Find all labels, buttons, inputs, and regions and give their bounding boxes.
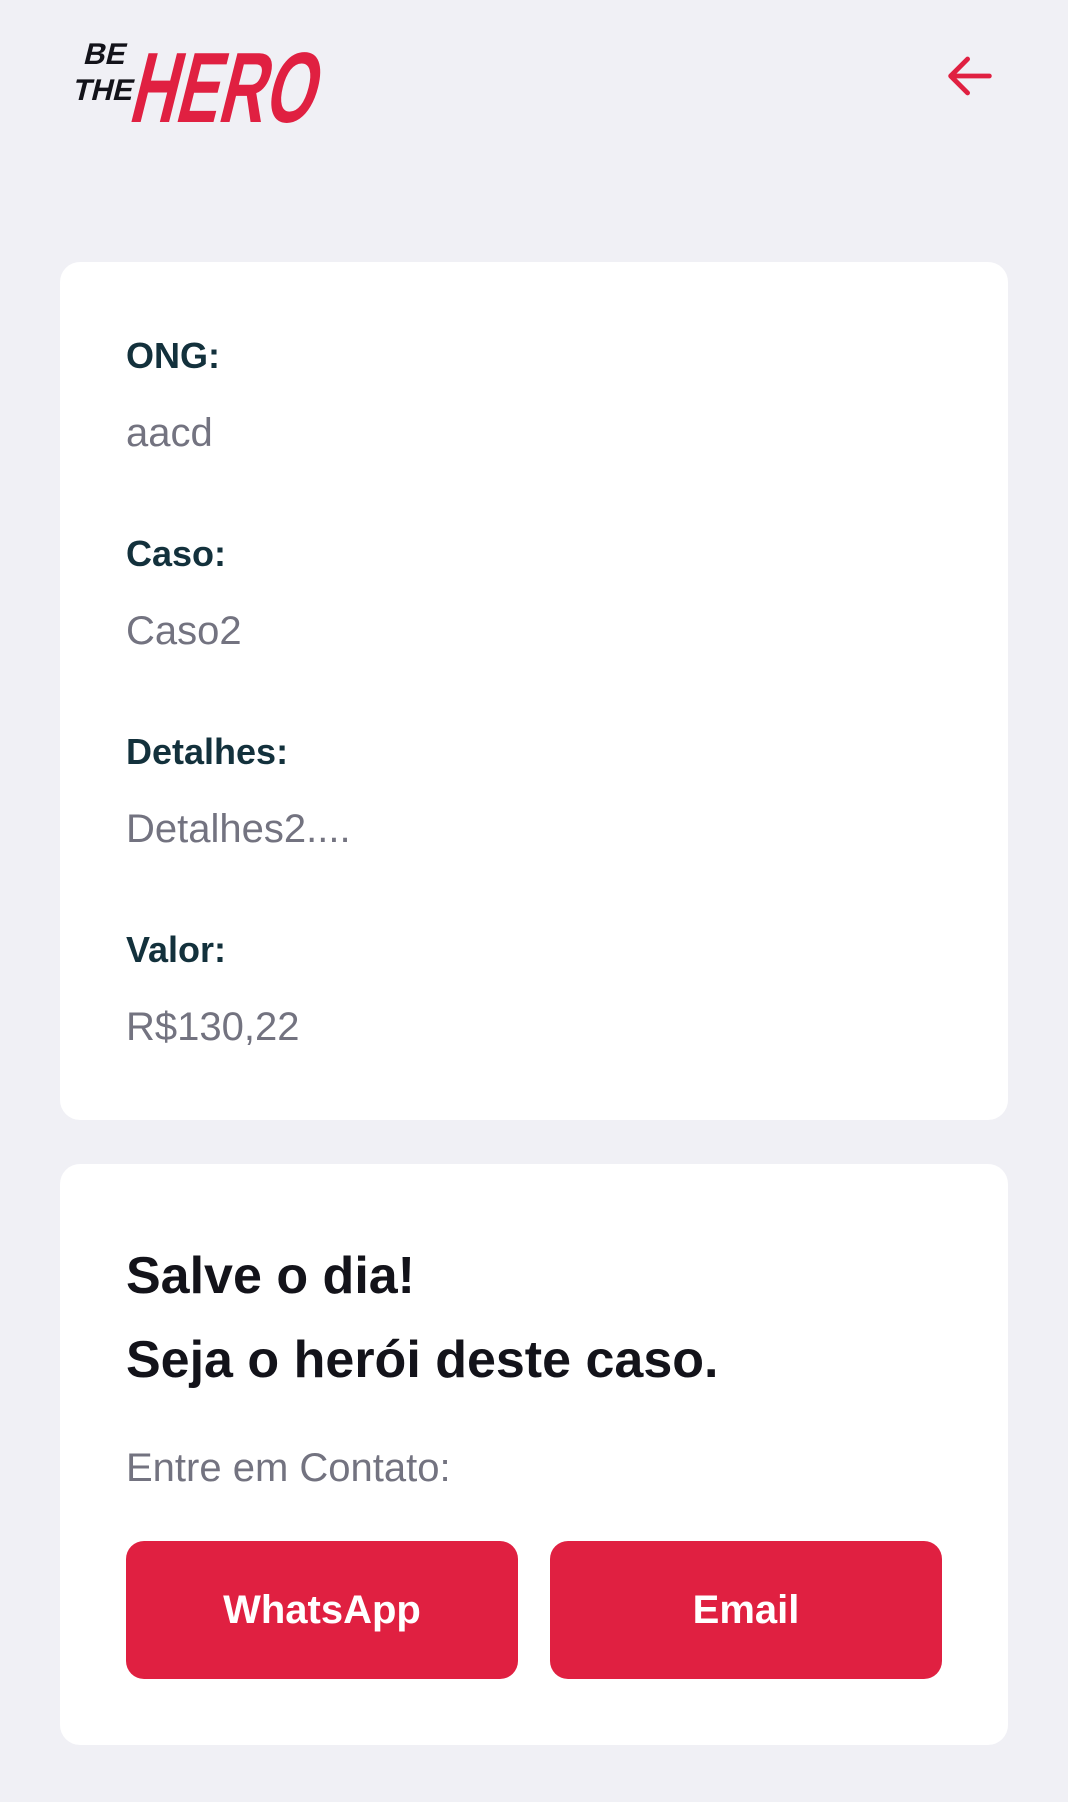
hero-title-line1: Salve o dia! [126, 1247, 415, 1305]
details-value: Detalhes2.... [126, 807, 351, 851]
logo-the-text: THE [70, 73, 138, 106]
email-button[interactable]: Email [550, 1541, 942, 1679]
back-button[interactable] [930, 36, 1010, 116]
ong-label: ONG: [126, 335, 220, 376]
case-value: Caso2 [126, 609, 242, 653]
ong-value: aacd [126, 411, 213, 455]
hero-title-line2: Seja o herói deste caso. [126, 1331, 719, 1389]
details-label: Detalhes: [126, 731, 289, 772]
logo-hero-text: HERO [122, 31, 328, 133]
header: BE THE HERO [0, 0, 1068, 160]
case-label: Caso: [126, 533, 227, 574]
arrow-left-icon [948, 56, 992, 96]
incident-card: ONG: aacd Caso: Caso2 Detalhes: Detalhes… [60, 262, 1008, 1120]
value-amount: R$130,22 [126, 1005, 300, 1049]
contact-card: Salve o dia! Seja o herói deste caso. En… [60, 1164, 1008, 1745]
be-the-hero-logo: BE THE HERO [70, 31, 328, 133]
logo-be-text: BE [81, 37, 131, 70]
contact-description: Entre em Contato: [126, 1446, 451, 1490]
whatsapp-button[interactable]: WhatsApp [126, 1541, 518, 1679]
value-label: Valor: [126, 929, 227, 970]
